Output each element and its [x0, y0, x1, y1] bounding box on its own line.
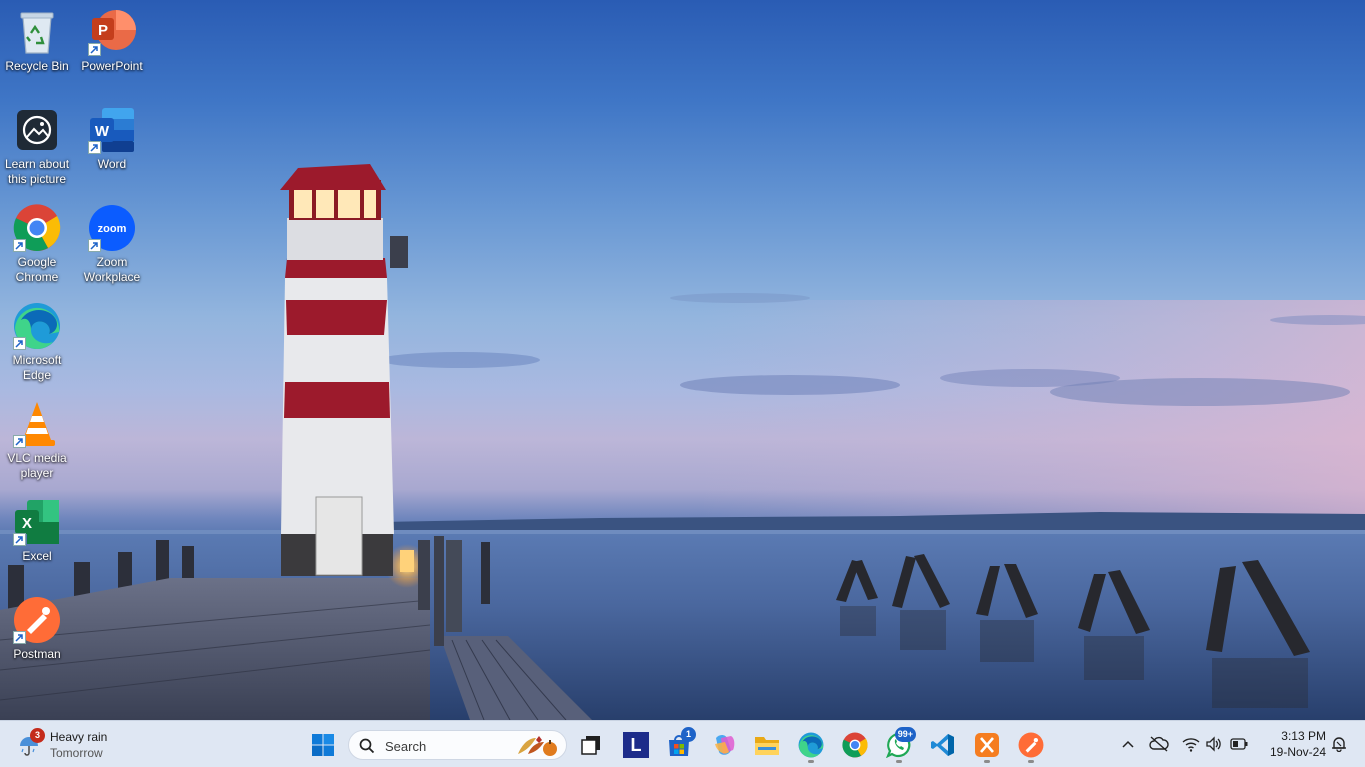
shortcut-arrow-icon: [13, 239, 26, 252]
clock-date: 19-Nov-24: [1269, 745, 1326, 759]
desktop-icon-label: Excel: [22, 549, 52, 563]
shortcut-arrow-icon: [13, 435, 26, 448]
file-explorer-icon: [755, 737, 779, 755]
desktop-icon-label: Word: [97, 157, 127, 171]
lighthouse: [280, 164, 408, 576]
l-app-icon: L: [623, 732, 649, 758]
zoom-icon: zoom: [88, 204, 136, 252]
taskbar-app-xampp[interactable]: [968, 726, 1006, 764]
shortcut-arrow-icon: [88, 239, 101, 252]
tray-battery[interactable]: [1229, 733, 1249, 755]
wifi-icon: [1182, 738, 1200, 752]
running-indicator: [808, 760, 814, 763]
vscode-icon: [931, 734, 954, 756]
postman-icon: [13, 596, 61, 644]
postman-icon: [1018, 732, 1044, 758]
edge-icon: [798, 732, 824, 758]
cloud-offline-icon: [1149, 736, 1169, 752]
task-view-button[interactable]: [572, 726, 610, 764]
powerpoint-icon: P: [88, 8, 136, 56]
svg-text:X: X: [22, 515, 32, 532]
tray-chevron-up[interactable]: [1118, 733, 1138, 755]
windows-start-icon: [312, 734, 334, 756]
taskbar-app-whatsapp[interactable]: 99+: [880, 726, 918, 764]
recycle-bin-icon: [13, 8, 61, 56]
clock-time: 3:13 PM: [1281, 729, 1326, 743]
battery-icon: [1230, 738, 1248, 750]
weather-condition: Heavy rain: [50, 730, 108, 744]
taskbar-app-chrome[interactable]: [836, 726, 874, 764]
weather-alert-badge: 3: [30, 728, 45, 743]
shortcut-arrow-icon: [13, 631, 26, 644]
tray-onedrive[interactable]: [1149, 733, 1169, 755]
lighthouse-lake-scene: [0, 164, 1365, 720]
desktop-icon-powerpoint[interactable]: P PowerPoint: [75, 8, 149, 74]
taskbar-app-copilot[interactable]: [705, 726, 743, 764]
copilot-icon: [715, 735, 735, 755]
vlc-icon: [13, 400, 61, 448]
system-clock[interactable]: 3:13 PM 19-Nov-24: [1262, 728, 1326, 760]
svg-text:zoom: zoom: [98, 223, 127, 235]
notification-icon: [1332, 737, 1346, 752]
desktop-icon-vlc[interactable]: VLC media player: [0, 400, 74, 481]
search-input[interactable]: [385, 736, 505, 756]
autumn-leaves-icon: [518, 736, 557, 756]
chevron-up-icon: [1122, 740, 1134, 748]
desktop-wallpaper: [0, 0, 1365, 720]
desktop-icon-learn-picture[interactable]: Learn about this picture: [0, 106, 74, 187]
chrome-icon: [842, 732, 868, 758]
running-indicator: [896, 760, 902, 763]
taskbar: 3 Heavy rain Tomorrow Search L 1 99+ 3:1…: [0, 720, 1365, 767]
notification-center-button[interactable]: [1329, 733, 1349, 755]
taskbar-app-edge[interactable]: [792, 726, 830, 764]
word-icon: W: [88, 106, 136, 154]
taskbar-app-vscode[interactable]: [924, 726, 962, 764]
whatsapp-badge: 99+: [894, 727, 916, 742]
desktop-icon-recycle-bin[interactable]: Recycle Bin: [0, 8, 74, 74]
shortcut-arrow-icon: [13, 533, 26, 546]
volume-icon: [1206, 736, 1221, 752]
xampp-icon: [975, 733, 999, 757]
svg-text:P: P: [98, 22, 108, 39]
desktop-icon-label: Google Chrome: [15, 255, 59, 284]
edge-icon: [13, 302, 61, 350]
shortcut-arrow-icon: [88, 43, 101, 56]
shortcut-arrow-icon: [88, 141, 101, 154]
desktop-icon-label: Microsoft Edge: [12, 353, 62, 382]
weather-widget[interactable]: 3 Heavy rain Tomorrow: [14, 727, 134, 763]
learn-picture-icon: [13, 106, 61, 154]
store-badge: 1: [681, 727, 696, 742]
task-view-icon: [581, 736, 600, 755]
desktop-icon-label: Postman: [13, 647, 61, 661]
start-button[interactable]: [304, 726, 342, 764]
taskbar-app-file-explorer[interactable]: [748, 726, 786, 764]
running-indicator: [1028, 760, 1034, 763]
desktop-icon-microsoft-edge[interactable]: Microsoft Edge: [0, 302, 74, 383]
search-icon: [359, 738, 375, 754]
taskbar-app-l[interactable]: L: [617, 726, 655, 764]
chrome-icon: [13, 204, 61, 252]
tray-wifi[interactable]: [1181, 733, 1201, 755]
desktop-icon-zoom-workplace[interactable]: zoom Zoom Workplace: [75, 204, 149, 285]
desktop-icon-word[interactable]: W Word: [75, 106, 149, 172]
desktop-icon-label: Zoom Workplace: [83, 255, 141, 284]
taskbar-app-store[interactable]: 1: [660, 726, 698, 764]
tray-volume[interactable]: [1204, 733, 1224, 755]
taskbar-search[interactable]: [348, 730, 567, 760]
desktop-icon-label: VLC media player: [7, 451, 67, 480]
desktop-icon-postman[interactable]: Postman: [0, 596, 74, 662]
running-indicator: [984, 760, 990, 763]
desktop-icon-google-chrome[interactable]: Google Chrome: [0, 204, 74, 285]
excel-icon: X: [13, 498, 61, 546]
desktop-icon-label: Learn about this picture: [4, 157, 70, 186]
desktop-icon-excel[interactable]: X Excel: [0, 498, 74, 564]
weather-time: Tomorrow: [50, 746, 103, 760]
svg-text:W: W: [95, 123, 110, 140]
shortcut-arrow-icon: [13, 337, 26, 350]
desktop-icon-label: Recycle Bin: [5, 59, 69, 73]
taskbar-app-postman[interactable]: [1012, 726, 1050, 764]
desktop-icon-label: PowerPoint: [81, 59, 143, 73]
